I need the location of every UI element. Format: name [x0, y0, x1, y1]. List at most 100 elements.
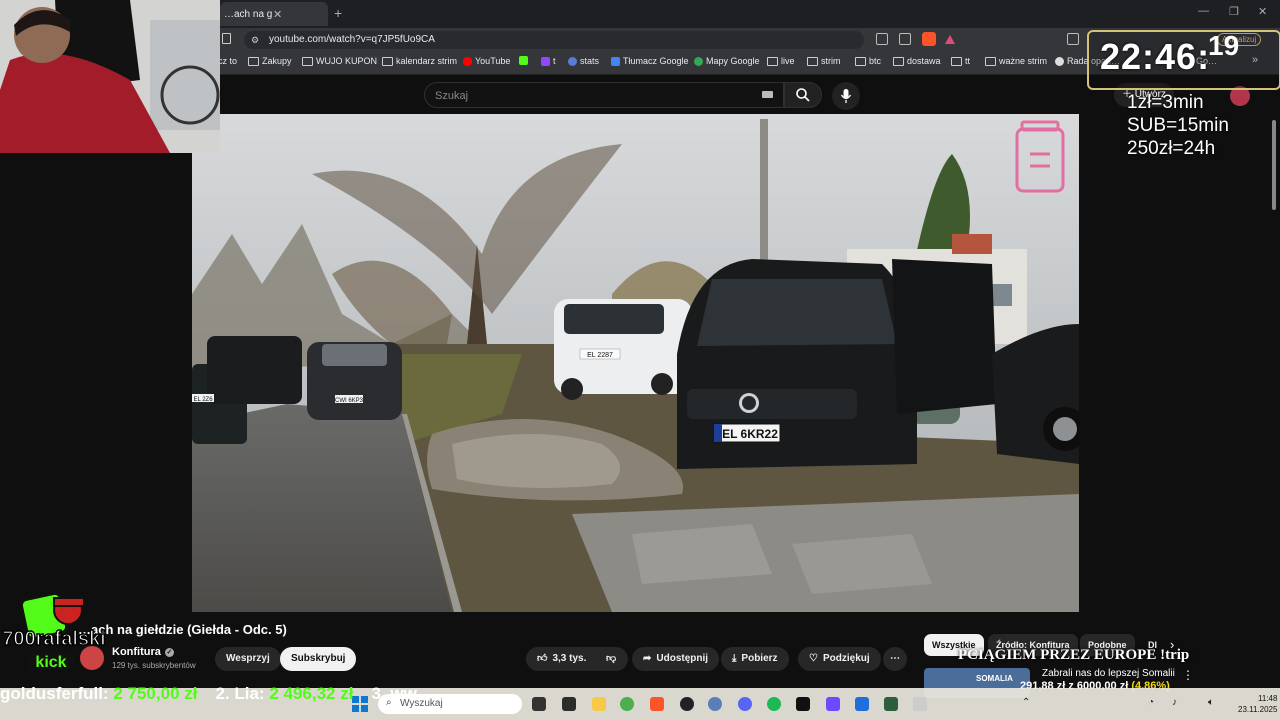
notepad-icon[interactable] [913, 697, 927, 711]
download-button[interactable]: ⤓ Pobierz [721, 647, 789, 671]
page-scrollbar[interactable] [1272, 120, 1276, 210]
volume-icon[interactable]: 🔈︎ [1208, 697, 1214, 708]
support-button[interactable]: Wesprzyj [215, 647, 281, 671]
folder-icon [855, 56, 866, 66]
twitch-icon [541, 56, 550, 66]
bookmark-item[interactable]: strim [807, 56, 841, 66]
app-icon[interactable] [855, 697, 869, 711]
brave-icon[interactable] [650, 697, 664, 711]
new-tab-icon[interactable]: + [334, 5, 342, 21]
rule-line: SUB=15min [1127, 115, 1229, 136]
bookmark-item[interactable]: kalendarz strim [382, 56, 457, 66]
task-view-icon[interactable] [532, 697, 546, 711]
bookmark-item[interactable]: Zakupy [248, 56, 292, 66]
bookmark-item[interactable]: WUJO KUPON [302, 56, 377, 66]
extensions-icon[interactable] [1067, 33, 1079, 45]
verified-icon: ✓ [164, 647, 174, 657]
bookmark-icon[interactable] [222, 33, 231, 44]
thanks-button[interactable]: ♡ Podziękuj [798, 647, 881, 671]
subathon-timer-seconds: 19 [1208, 30, 1240, 61]
subscribe-button[interactable]: Subskrybuj [280, 647, 357, 671]
bookmark-item[interactable] [519, 56, 531, 65]
kick-channel-logo: 700rafalski kick [2, 591, 106, 674]
obs-icon[interactable] [680, 697, 694, 711]
file-explorer-icon[interactable] [592, 697, 606, 711]
weather-icon [1055, 56, 1064, 66]
voice-search-button[interactable] [832, 82, 860, 110]
site-info-icon[interactable]: ⚙ [251, 35, 259, 46]
keyboard-icon[interactable] [762, 91, 773, 98]
close-window-icon[interactable]: ✕ [1258, 5, 1267, 18]
goal-ticker: goldusferfull: 2 750,00 zł 2. Lia: 2 496… [0, 684, 417, 703]
share-arrow-icon: ➦ [643, 653, 652, 664]
bookmark-item[interactable]: t [541, 56, 556, 66]
video-player[interactable]: CWI 6KP3 EL 2Z6 EL 2287 EL 6KR22 [192, 114, 1079, 612]
subscriber-count: 129 tys. subskrybentów [112, 661, 196, 670]
bookmark-item[interactable]: dostawa [893, 56, 941, 66]
url-field[interactable]: youtube.com/watch?v=q7JP5fUo9CA [244, 31, 864, 49]
cast-icon[interactable] [876, 33, 888, 45]
recommendation-menu-icon[interactable]: ⋮ [1182, 668, 1194, 682]
bookmark-item[interactable]: Mapy Google [694, 56, 760, 66]
taskbar-clock[interactable]: 11:48 23.11.2025 [1238, 693, 1277, 715]
tray-chevron-icon[interactable]: ⌃ [1022, 697, 1030, 708]
bookmark-item[interactable]: Tłumacz Google [611, 56, 689, 66]
more-actions-button[interactable]: ⋯ [883, 647, 907, 671]
app-icon[interactable] [708, 697, 722, 711]
heart-dollar-icon: ♡ [809, 653, 818, 664]
like-button[interactable]: 👍︎ 3,3 tys. [526, 647, 595, 671]
dislike-button[interactable]: 👎︎ [594, 647, 629, 671]
channel-name[interactable]: Konfitura ✓ [112, 646, 174, 658]
microphone-icon [840, 89, 852, 103]
folder-icon [985, 56, 996, 66]
spotify-icon[interactable] [767, 697, 781, 711]
wifi-icon[interactable]: ◔ [1148, 697, 1154, 708]
search-button[interactable] [784, 82, 822, 108]
terminal-icon[interactable] [562, 697, 576, 711]
stats-icon [568, 56, 577, 66]
microphone-icon[interactable]: ♪ [1172, 697, 1177, 708]
folder-icon [893, 56, 904, 66]
video-frame: CWI 6KP3 EL 2Z6 EL 2287 EL 6KR22 [192, 114, 1079, 612]
translate-icon [611, 56, 620, 66]
browser-tab[interactable]: …ach na giełdzie (Giełda - Od… ✕ [220, 2, 328, 26]
thumbs-up-icon: 👍︎ [537, 653, 548, 664]
folder-icon [248, 56, 259, 66]
svg-text:EL 2Z6: EL 2Z6 [193, 397, 213, 403]
webcam-overlay [0, 0, 220, 153]
bookmark-item[interactable]: tt [951, 56, 970, 66]
chrome-icon[interactable] [620, 697, 634, 711]
app-icon[interactable] [826, 697, 840, 711]
download-icon: ⤓ [732, 653, 737, 664]
bookmark-item[interactable]: stats [568, 56, 599, 66]
bookmark-item[interactable]: YouTube [463, 56, 510, 66]
svg-text:700rafalski: 700rafalski [2, 628, 105, 650]
close-tab-icon[interactable]: ✕ [273, 8, 322, 21]
folder-icon [767, 56, 778, 66]
folder-icon [302, 56, 313, 66]
thumbs-down-icon: 👎︎ [606, 653, 617, 664]
bookmark-item[interactable]: btc [855, 56, 881, 66]
bookmark-item[interactable]: live [767, 56, 795, 66]
maximize-icon[interactable]: ❐ [1229, 5, 1239, 18]
share-icon[interactable] [899, 33, 911, 45]
brave-shield-icon[interactable] [922, 32, 936, 46]
svg-text:kick: kick [35, 654, 66, 671]
share-button[interactable]: ➦ Udostępnij [632, 647, 720, 671]
thumbnail-text: SOMALIA [976, 674, 1013, 683]
streamlabs-icon[interactable] [796, 697, 810, 711]
recommendation-title[interactable]: Zabrali nas do lepszej Somalii [1042, 668, 1175, 679]
discord-icon[interactable] [738, 697, 752, 711]
tab-title: …ach na giełdzie (Giełda - Od… [224, 8, 273, 20]
app-icon[interactable] [884, 697, 898, 711]
svg-text:CWI 6KP3: CWI 6KP3 [335, 398, 364, 404]
minimize-icon[interactable]: — [1198, 5, 1209, 17]
bookmark-item[interactable]: cz to [218, 56, 237, 66]
folder-icon [382, 56, 393, 66]
bookmark-item[interactable]: ważne strim [985, 56, 1047, 66]
folder-icon [951, 56, 962, 66]
svg-text:EL 6KR22: EL 6KR22 [722, 427, 778, 441]
rule-line: 1zł=3min [1127, 92, 1204, 113]
search-input[interactable]: Szukaj [424, 82, 784, 108]
brave-rewards-icon[interactable] [945, 35, 955, 44]
